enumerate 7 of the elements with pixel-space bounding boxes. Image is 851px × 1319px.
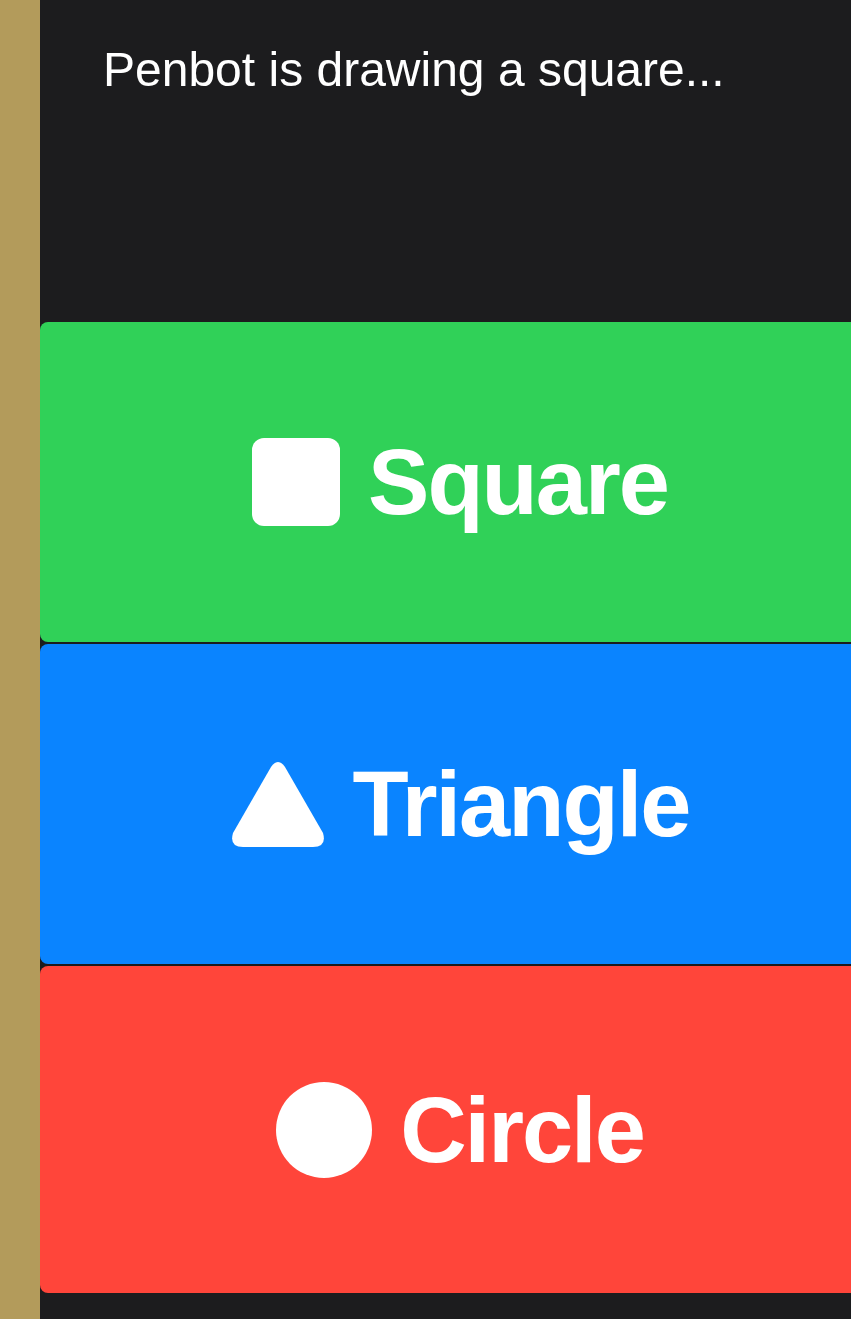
status-text: Penbot is drawing a square... [103,43,725,96]
triangle-icon [230,761,325,847]
shape-button[interactable]: Square [40,322,851,642]
square-icon [252,438,341,526]
shape-button[interactable]: Triangle [40,644,851,964]
circle-icon [276,1081,373,1178]
shape-button[interactable]: Circle [40,966,851,1293]
